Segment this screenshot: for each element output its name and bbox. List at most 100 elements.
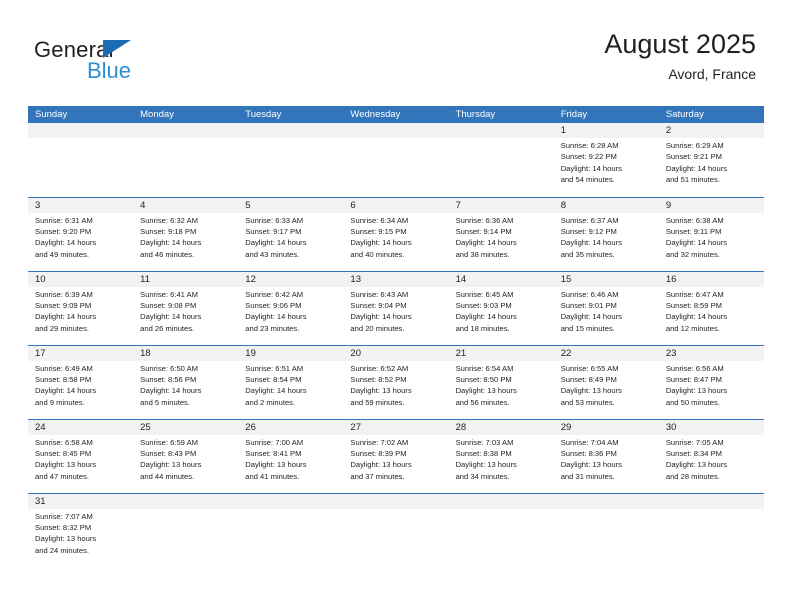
daylight-duration-line2: and 50 minutes. (665, 397, 720, 407)
day-number: 1 (553, 123, 659, 138)
calendar-day-cell[interactable]: 22 Sunrise: 6:55 AM Sunset: 8:49 PM Dayligh… (553, 344, 659, 419)
calendar-day-cell[interactable]: 28 Sunrise: 7:03 AM Sunset: 8:38 PM Dayligh… (448, 418, 554, 493)
day-number: 20 (343, 345, 449, 361)
daylight-duration-line1: Daylight: 14 hours (140, 312, 202, 322)
calendar-day-cell[interactable]: 29 Sunrise: 7:04 AM Sunset: 8:36 PM Dayligh… (553, 418, 659, 493)
calendar-day-cell[interactable]: 18 Sunrise: 6:50 AM Sunset: 8:56 PM Dayligh… (133, 344, 239, 419)
calendar-day-cell[interactable]: 23 Sunrise: 6:56 AM Sunset: 8:47 PM Dayligh… (658, 344, 764, 419)
page-header: General Blue August 2025 Avord, France (0, 0, 792, 100)
day-number: 14 (448, 271, 554, 287)
day-details: Sunrise: 6:43 AM Sunset: 9:04 PM Daylight:… (343, 287, 448, 335)
daylight-duration-line1: Daylight: 13 hours (350, 460, 412, 470)
daylight-duration-line2: and 43 minutes. (245, 249, 300, 259)
general-blue-logo[interactable]: General Blue (34, 38, 234, 86)
daylight-duration-line1: Daylight: 13 hours (560, 460, 622, 470)
day-details: Sunrise: 6:59 AM Sunset: 8:43 PM Daylight:… (133, 435, 238, 483)
day-details: Sunrise: 7:03 AM Sunset: 8:38 PM Daylight:… (449, 435, 554, 483)
calendar-day-cell[interactable]: 12 Sunrise: 6:42 AM Sunset: 9:06 PM Dayligh… (238, 270, 344, 345)
day-cell-inner (658, 493, 764, 568)
daylight-duration-line1: Daylight: 14 hours (560, 238, 622, 248)
day-details: Sunrise: 6:52 AM Sunset: 8:52 PM Daylight:… (343, 361, 448, 409)
day-cell-inner: 11 Sunrise: 6:41 AM Sunset: 9:08 PM Dayligh… (133, 271, 239, 345)
day-number: 25 (133, 419, 239, 435)
calendar-day-cell[interactable]: 14 Sunrise: 6:45 AM Sunset: 9:03 PM Dayligh… (448, 270, 554, 345)
calendar-day-cell[interactable]: 13 Sunrise: 6:43 AM Sunset: 9:04 PM Dayligh… (343, 270, 449, 345)
sunset-time: Sunset: 8:50 PM (455, 374, 512, 384)
day-number: 11 (133, 271, 239, 287)
day-details: Sunrise: 6:49 AM Sunset: 8:58 PM Daylight:… (28, 361, 133, 409)
sunset-time: Sunset: 9:01 PM (560, 300, 617, 310)
sunrise-time: Sunrise: 6:28 AM (560, 141, 619, 150)
day-number: 6 (343, 197, 449, 213)
calendar-day-cell[interactable]: 25 Sunrise: 6:59 AM Sunset: 8:43 PM Dayligh… (133, 418, 239, 493)
calendar-day-cell[interactable]: 6 Sunrise: 6:34 AM Sunset: 9:15 PM Daylight… (343, 196, 449, 271)
daylight-duration-line1: Daylight: 13 hours (455, 386, 517, 396)
page-title: August 2025 (604, 29, 756, 59)
day-cell-inner: 8 Sunrise: 6:37 AM Sunset: 9:12 PM Daylight… (553, 197, 659, 271)
calendar-day-cell (133, 492, 239, 568)
day-number: 24 (28, 419, 134, 435)
day-details: Sunrise: 6:28 AM Sunset: 9:22 PM Daylight:… (554, 138, 659, 186)
day-cell-inner: 16 Sunrise: 6:47 AM Sunset: 8:59 PM Dayligh… (658, 271, 764, 345)
day-number (343, 493, 449, 509)
day-details: Sunrise: 7:07 AM Sunset: 8:32 PM Daylight:… (28, 509, 133, 557)
calendar-day-cell[interactable]: 1 Sunrise: 6:28 AM Sunset: 9:22 PM Daylight… (553, 123, 659, 197)
calendar-page: General Blue August 2025 Avord, France S… (0, 0, 792, 612)
day-details: Sunrise: 7:02 AM Sunset: 8:39 PM Daylight:… (343, 435, 448, 483)
sunset-time: Sunset: 8:39 PM (350, 448, 407, 458)
calendar-day-cell[interactable]: 16 Sunrise: 6:47 AM Sunset: 8:59 PM Dayligh… (658, 270, 764, 345)
daylight-duration-line2: and 37 minutes. (350, 471, 405, 481)
calendar-day-cell[interactable]: 7 Sunrise: 6:36 AM Sunset: 9:14 PM Daylight… (448, 196, 554, 271)
sunset-time: Sunset: 9:14 PM (455, 226, 512, 236)
calendar-day-cell (28, 123, 134, 197)
sunset-time: Sunset: 9:21 PM (665, 152, 722, 162)
day-number: 7 (448, 197, 554, 213)
weekday-header-monday: Monday (133, 106, 239, 123)
calendar-day-cell[interactable]: 31 Sunrise: 7:07 AM Sunset: 8:32 PM Dayligh… (28, 492, 134, 567)
calendar-day-cell[interactable]: 9 Sunrise: 6:38 AM Sunset: 9:11 PM Daylight… (658, 196, 764, 271)
day-number: 9 (658, 197, 764, 213)
day-details: Sunrise: 6:51 AM Sunset: 8:54 PM Daylight:… (238, 361, 343, 409)
calendar-day-cell[interactable]: 21 Sunrise: 6:54 AM Sunset: 8:50 PM Dayligh… (448, 344, 554, 419)
day-number: 15 (553, 271, 659, 287)
calendar-day-cell[interactable]: 19 Sunrise: 6:51 AM Sunset: 8:54 PM Dayligh… (238, 344, 344, 419)
day-details: Sunrise: 6:29 AM Sunset: 9:21 PM Daylight:… (659, 138, 764, 186)
calendar-day-cell[interactable]: 24 Sunrise: 6:58 AM Sunset: 8:45 PM Dayligh… (28, 418, 134, 493)
calendar-day-cell[interactable]: 2 Sunrise: 6:29 AM Sunset: 9:21 PM Daylight… (658, 123, 764, 197)
calendar-day-cell[interactable]: 27 Sunrise: 7:02 AM Sunset: 8:39 PM Dayligh… (343, 418, 449, 493)
sunset-time: Sunset: 9:11 PM (665, 226, 722, 236)
sunset-time: Sunset: 8:47 PM (665, 374, 722, 384)
calendar-day-cell[interactable]: 20 Sunrise: 6:52 AM Sunset: 8:52 PM Dayligh… (343, 344, 449, 419)
calendar-day-cell[interactable]: 5 Sunrise: 6:33 AM Sunset: 9:17 PM Daylight… (238, 196, 344, 271)
sunrise-time: Sunrise: 6:58 AM (35, 437, 93, 447)
day-number: 4 (133, 197, 239, 213)
day-details: Sunrise: 6:58 AM Sunset: 8:45 PM Daylight:… (28, 435, 133, 483)
day-cell-inner: 6 Sunrise: 6:34 AM Sunset: 9:15 PM Daylight… (343, 197, 449, 271)
weekday-header-sunday: Sunday (28, 106, 134, 123)
calendar-day-cell[interactable]: 3 Sunrise: 6:31 AM Sunset: 9:20 PM Daylight… (28, 196, 134, 271)
calendar-day-cell[interactable]: 17 Sunrise: 6:49 AM Sunset: 8:58 PM Dayligh… (28, 344, 134, 419)
calendar-day-cell (658, 492, 764, 568)
day-cell-inner: 20 Sunrise: 6:52 AM Sunset: 8:52 PM Dayligh… (343, 345, 449, 419)
daylight-duration-line2: and 18 minutes. (455, 323, 510, 333)
sunrise-time: Sunrise: 6:46 AM (560, 289, 619, 299)
sunrise-time: Sunrise: 7:04 AM (560, 437, 619, 447)
calendar-day-cell[interactable]: 26 Sunrise: 7:00 AM Sunset: 8:41 PM Dayligh… (238, 418, 344, 493)
calendar-week-row: 31 Sunrise: 7:07 AM Sunset: 8:32 PM Dayligh… (28, 492, 764, 568)
daylight-duration-line1: Daylight: 13 hours (35, 534, 97, 544)
calendar-day-cell[interactable]: 30 Sunrise: 7:05 AM Sunset: 8:34 PM Dayligh… (658, 418, 764, 493)
day-cell-inner (238, 123, 344, 197)
day-cell-inner (133, 493, 239, 568)
daylight-duration-line2: and 24 minutes. (35, 545, 90, 555)
calendar-day-cell[interactable]: 4 Sunrise: 6:32 AM Sunset: 9:18 PM Daylight… (133, 196, 239, 271)
calendar-day-cell[interactable]: 8 Sunrise: 6:37 AM Sunset: 9:12 PM Daylight… (553, 196, 659, 271)
daylight-duration-line2: and 47 minutes. (35, 471, 90, 481)
day-cell-inner: 13 Sunrise: 6:43 AM Sunset: 9:04 PM Dayligh… (343, 271, 449, 345)
calendar-day-cell[interactable]: 15 Sunrise: 6:46 AM Sunset: 9:01 PM Dayligh… (553, 270, 659, 345)
day-cell-inner (448, 493, 554, 568)
calendar-day-cell[interactable]: 11 Sunrise: 6:41 AM Sunset: 9:08 PM Dayligh… (133, 270, 239, 345)
calendar-day-cell[interactable]: 10 Sunrise: 6:39 AM Sunset: 9:09 PM Dayligh… (28, 270, 134, 345)
sunset-time: Sunset: 8:58 PM (35, 374, 92, 384)
sunset-time: Sunset: 8:38 PM (455, 448, 512, 458)
daylight-duration-line1: Daylight: 13 hours (140, 460, 202, 470)
